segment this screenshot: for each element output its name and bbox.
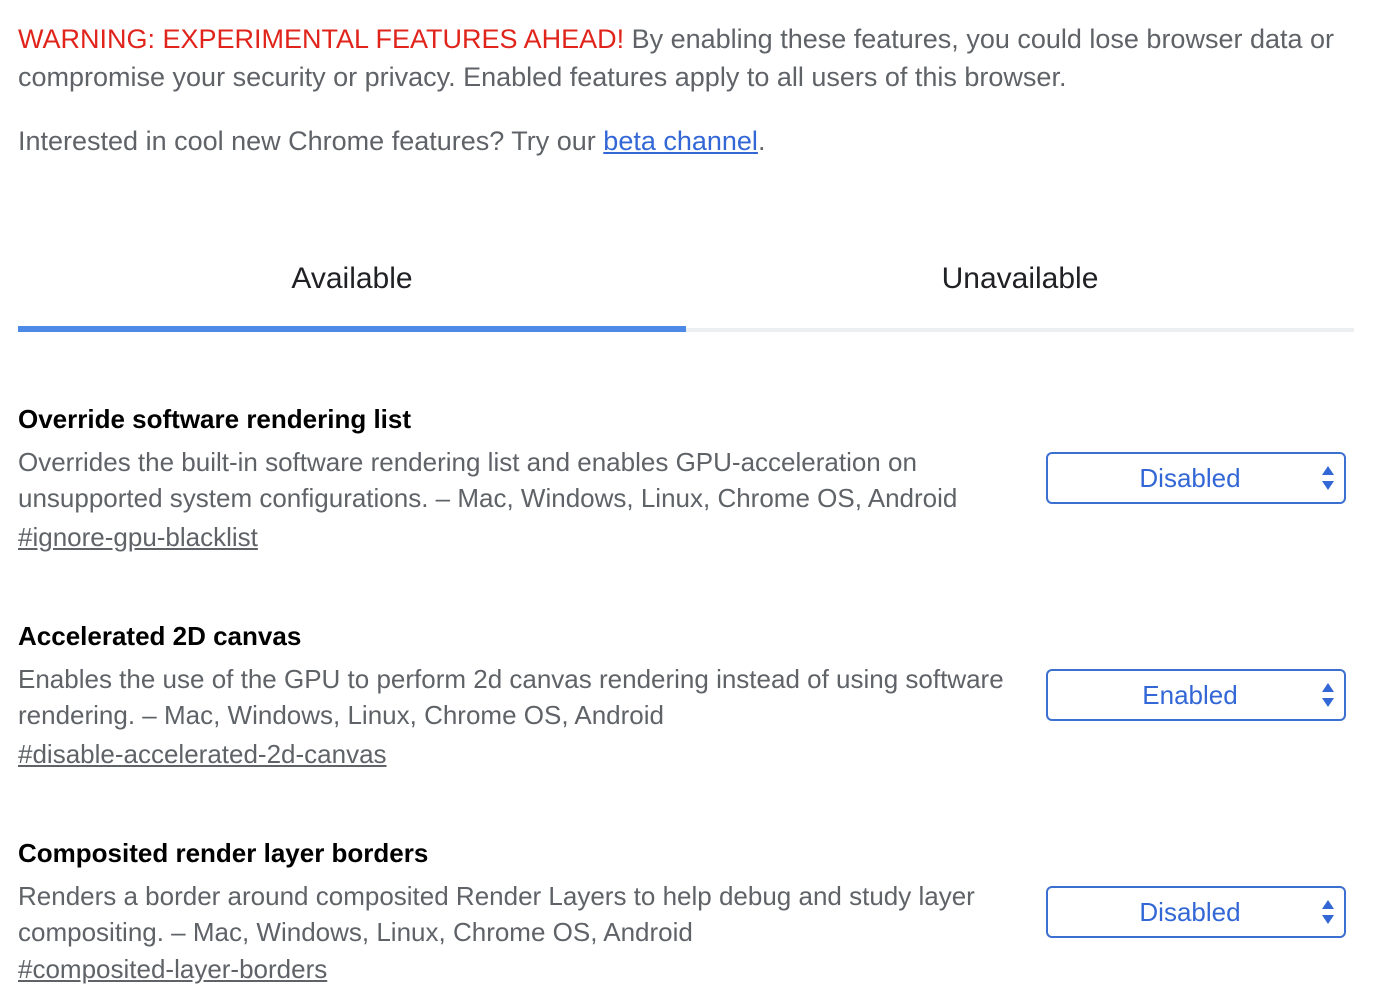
experiment-state-select[interactable]: Enabled — [1046, 669, 1346, 721]
experiment-description: Enables the use of the GPU to perform 2d… — [18, 664, 1004, 730]
warning-prefix: WARNING: EXPERIMENTAL FEATURES AHEAD! — [18, 24, 625, 54]
tab-active-indicator — [18, 326, 686, 332]
select-value: Enabled — [1142, 680, 1238, 710]
experiment-description: Renders a border around composited Rende… — [18, 881, 975, 947]
experiment-title: Composited render layer borders — [18, 838, 429, 868]
tab-unavailable[interactable]: Unavailable — [686, 240, 1354, 332]
beta-channel-link[interactable]: beta channel — [603, 126, 758, 156]
beta-prefix: Interested in cool new Chrome features? … — [18, 126, 604, 156]
experiment-title: Override software rendering list — [18, 404, 412, 434]
beta-suffix: . — [757, 126, 766, 156]
tab-bar: Available Unavailable — [18, 240, 1354, 332]
select-arrows-icon — [1322, 900, 1334, 924]
beta-channel-promo: Interested in cool new Chrome features? … — [18, 122, 765, 160]
warning-message: WARNING: EXPERIMENTAL FEATURES AHEAD! By… — [18, 20, 1354, 96]
select-arrows-icon — [1322, 466, 1334, 490]
tab-available[interactable]: Available — [18, 240, 686, 332]
experiment-title: Accelerated 2D canvas — [18, 621, 302, 651]
experiment-permalink[interactable]: #ignore-gpu-blacklist — [18, 522, 258, 553]
experiment-state-select[interactable]: Disabled — [1046, 886, 1346, 938]
experiment-state-select[interactable]: Disabled — [1046, 452, 1346, 504]
select-value: Disabled — [1139, 897, 1241, 927]
select-value: Disabled — [1139, 463, 1241, 493]
select-arrows-icon — [1322, 683, 1334, 707]
experiment-permalink[interactable]: #disable-accelerated-2d-canvas — [18, 739, 387, 770]
experiment-description: Overrides the built-in software renderin… — [18, 447, 958, 513]
experiment-permalink[interactable]: #composited-layer-borders — [18, 954, 327, 985]
